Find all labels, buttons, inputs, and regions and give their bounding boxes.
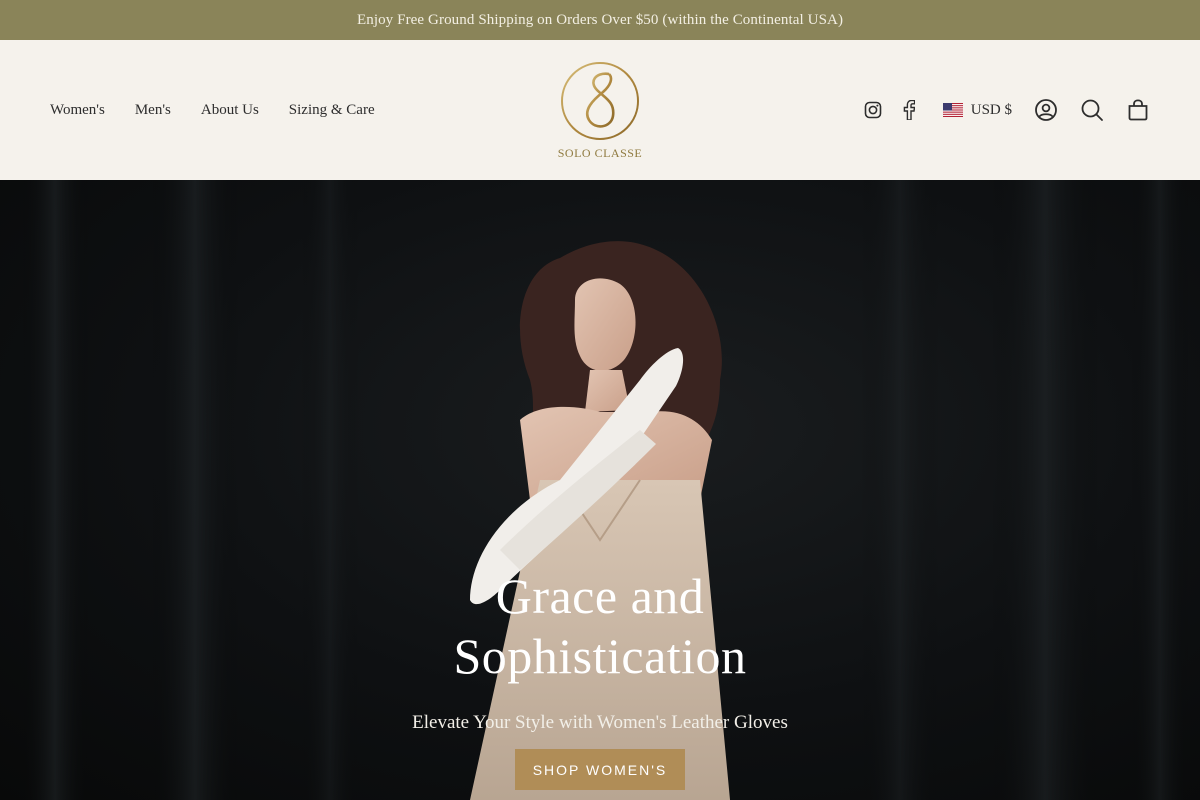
nav-item-sizing-care[interactable]: Sizing & Care <box>289 102 375 119</box>
nav-item-about-us[interactable]: About Us <box>201 102 259 119</box>
announcement-bar: Enjoy Free Ground Shipping on Orders Ove… <box>0 0 1200 40</box>
us-flag-icon <box>942 103 963 117</box>
nav-item-womens[interactable]: Women's <box>50 102 105 119</box>
hero-subtitle: Elevate Your Style with Women's Leather … <box>412 712 788 733</box>
hero-title-text: Grace and Sophistication <box>453 568 747 684</box>
logo-text: SOLO CLASSE <box>557 146 643 160</box>
hero-title: Grace and Sophistication <box>0 566 1200 686</box>
site-header: Women's Men's About Us Sizing & Care SOL… <box>0 40 1200 180</box>
brand-logo[interactable]: SOLO CLASSE <box>555 58 645 164</box>
main-nav: Women's Men's About Us Sizing & Care <box>50 40 375 180</box>
instagram-icon[interactable] <box>861 98 885 122</box>
social-links <box>861 98 921 122</box>
hero-copy: Grace and Sophistication Elevate Your St… <box>0 566 1200 734</box>
facebook-icon[interactable] <box>897 98 921 122</box>
announcement-text: Enjoy Free Ground Shipping on Orders Ove… <box>356 11 844 28</box>
cart-icon[interactable] <box>1126 98 1150 122</box>
search-icon[interactable] <box>1080 98 1104 122</box>
shop-womens-button[interactable]: SHOP WOMEN'S <box>515 749 685 790</box>
account-icon[interactable] <box>1034 98 1058 122</box>
nav-item-mens[interactable]: Men's <box>135 102 171 119</box>
logo-monogram-icon <box>561 62 639 140</box>
currency-selector[interactable]: USD $ <box>942 101 1012 119</box>
hero-banner: Grace and Sophistication Elevate Your St… <box>0 180 1200 800</box>
header-utility-icons <box>1034 98 1150 122</box>
header-tools: USD $ <box>861 40 1150 180</box>
currency-label: USD $ <box>970 101 1012 118</box>
